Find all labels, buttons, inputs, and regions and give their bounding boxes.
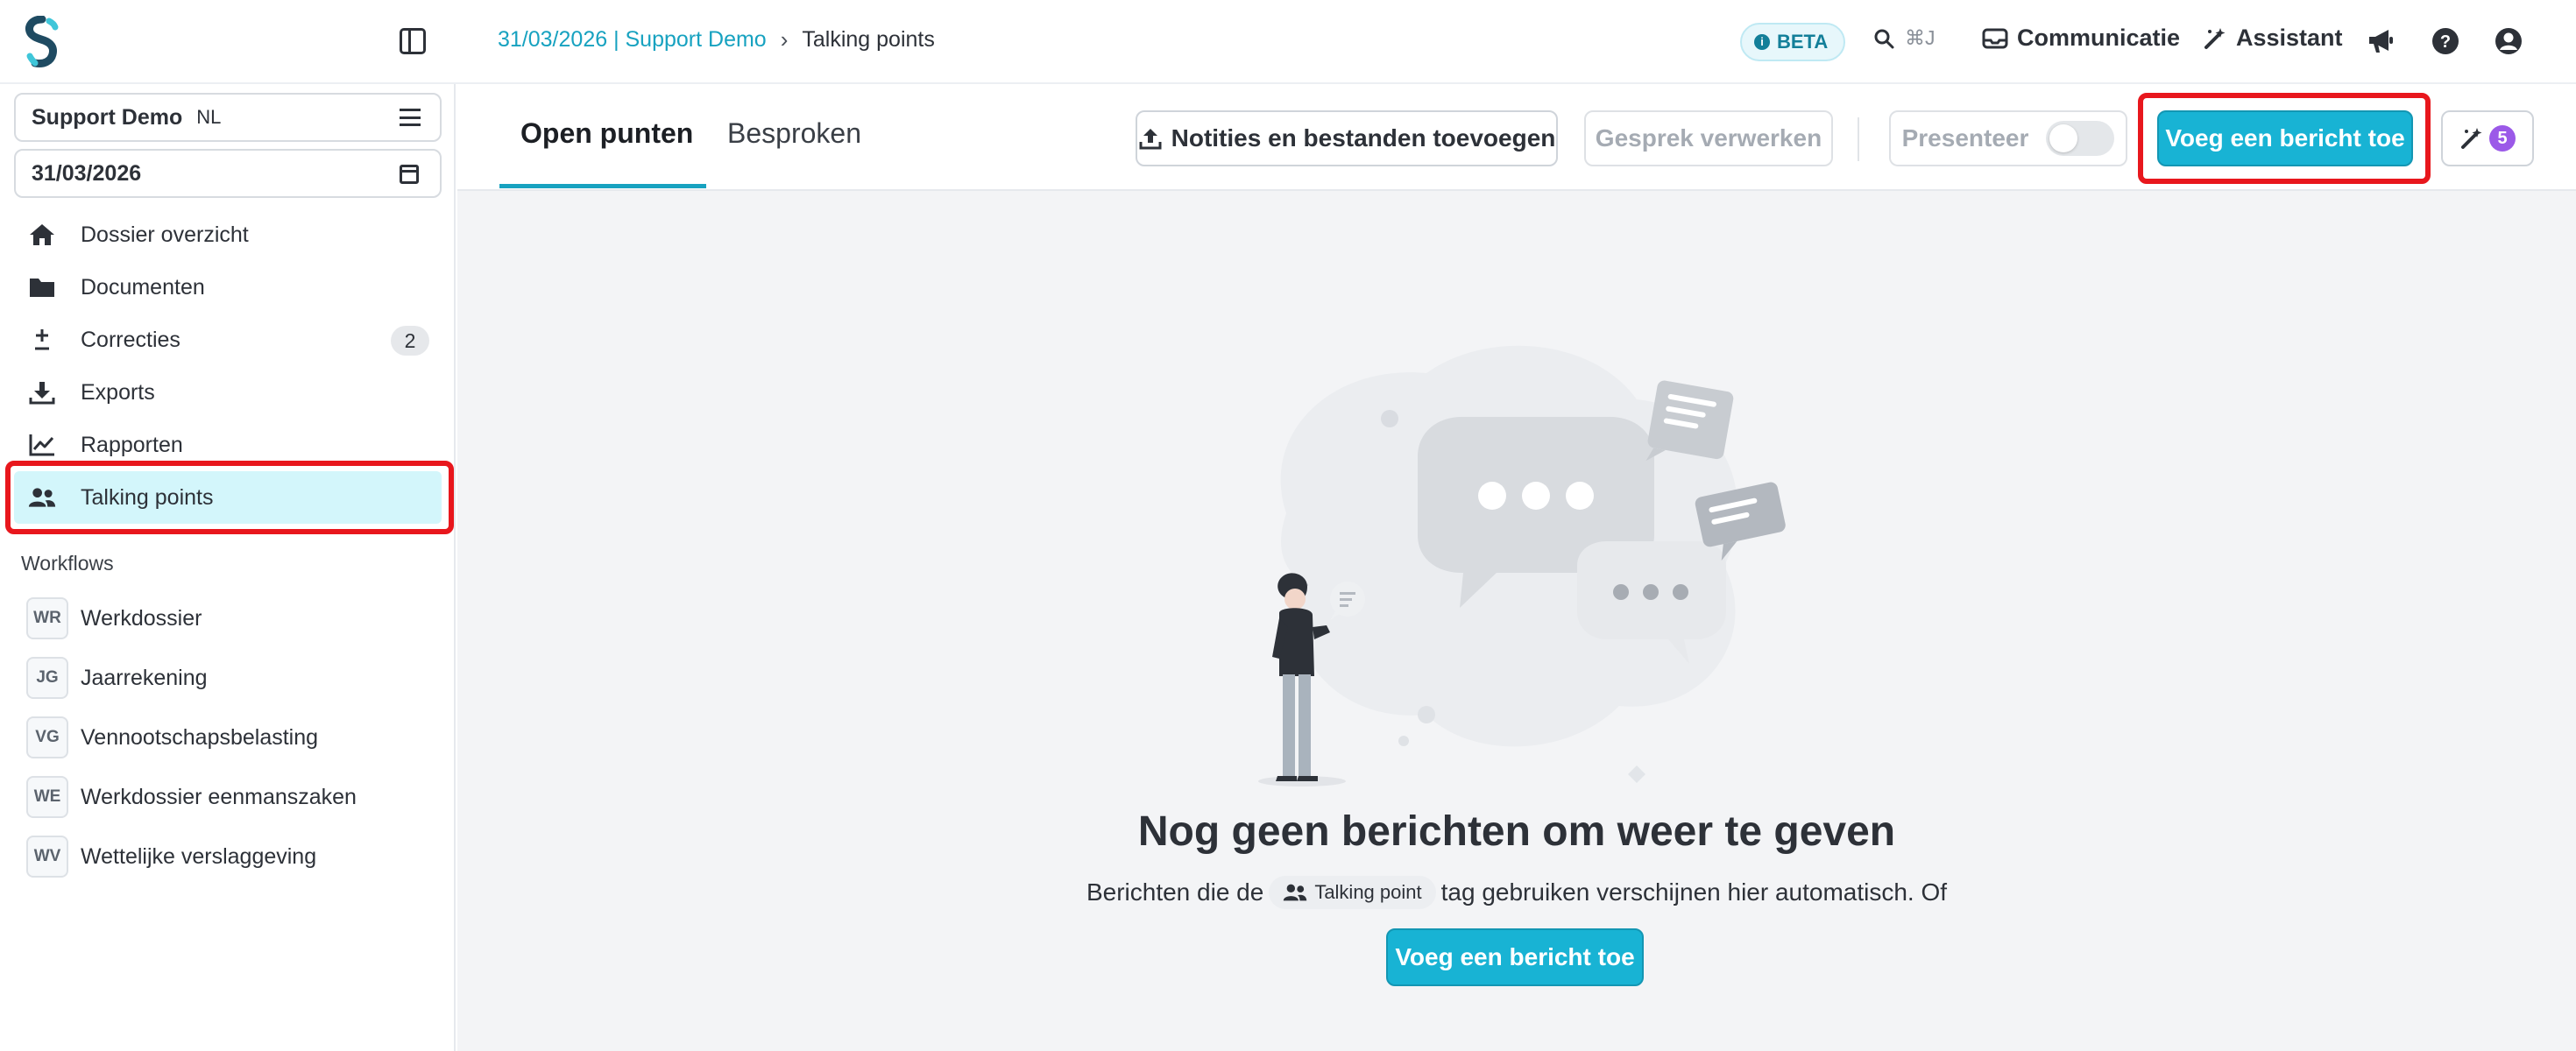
empty-desc-before: Berichten die de	[1086, 878, 1264, 906]
empty-state-description: Berichten die de Talking point tag gebru…	[457, 876, 2576, 909]
ai-suggestions-button[interactable]: 5	[2441, 110, 2534, 166]
assistant-button[interactable]: Assistant	[2203, 25, 2343, 52]
workflow-abbr: WV	[26, 836, 68, 878]
sidebar-toggle-icon[interactable]	[400, 28, 426, 54]
process-conversation-button[interactable]: Gesprek verwerken	[1584, 110, 1833, 166]
plus-minus-icon	[35, 329, 49, 350]
sidebar-item-label: Exports	[81, 379, 155, 405]
organization-select[interactable]: Support Demo NL	[14, 93, 442, 142]
talking-point-tag: Talking point	[1269, 876, 1436, 909]
search-shortcut-label: ⌘J	[1905, 26, 1936, 49]
tab-open-punten[interactable]: Open punten	[520, 117, 693, 150]
present-button[interactable]: Presenteer	[1889, 110, 2127, 166]
magic-wand-icon	[2461, 128, 2482, 149]
process-conversation-label: Gesprek verwerken	[1595, 124, 1822, 152]
user-avatar-icon[interactable]	[2494, 26, 2523, 56]
breadcrumb: 31/03/2026 | Support Demo › Talking poin…	[498, 26, 935, 53]
sidebar-item-documenten[interactable]: Documenten	[14, 261, 442, 314]
folder-icon	[30, 279, 54, 297]
download-icon	[29, 382, 55, 405]
add-notes-label: Notities en bestanden toevoegen	[1171, 124, 1556, 152]
sidebar-item-rapporten[interactable]: Rapporten	[14, 419, 442, 471]
workflow-label: Werkdossier	[81, 605, 202, 631]
workflow-label: Vennootschapsbelasting	[81, 724, 319, 750]
workflow-abbr: WR	[26, 597, 68, 639]
breadcrumb-link[interactable]: 31/03/2026 | Support Demo	[498, 27, 767, 53]
workflow-label: Werkdossier eenmanszaken	[81, 784, 357, 809]
sidebar-item-correcties[interactable]: Correcties 2	[14, 314, 442, 366]
sidebar-item-label: Documenten	[81, 274, 205, 300]
empty-state-title: Nog geen berichten om weer te geven	[1137, 808, 1896, 855]
ai-count-badge: 5	[2489, 125, 2516, 152]
empty-desc-after: tag gebruiken verschijnen hier automatis…	[1440, 878, 1948, 906]
assistant-label: Assistant	[2236, 25, 2343, 51]
workflow-label: Jaarrekening	[81, 665, 208, 690]
users-icon	[1284, 884, 1307, 901]
search-button[interactable]: ⌘J	[1873, 26, 1936, 50]
chevron-right-icon: ›	[780, 26, 789, 53]
search-icon	[1874, 29, 1894, 48]
empty-state-add-message-button[interactable]: Voeg een bericht toe	[1386, 928, 1644, 986]
help-icon[interactable]: ?	[2431, 26, 2460, 56]
calendar-icon	[400, 165, 419, 184]
top-bar: 31/03/2026 | Support Demo › Talking poin…	[0, 0, 2576, 84]
add-notes-button[interactable]: Notities en bestanden toevoegen	[1136, 110, 1558, 166]
workflow-item-wettelijke-verslaggeving[interactable]: WV Wettelijke verslaggeving	[26, 834, 316, 879]
tab-besproken[interactable]: Besproken	[727, 117, 861, 150]
upload-icon	[1139, 129, 1162, 150]
svg-text:?: ?	[2440, 32, 2451, 52]
info-icon: i	[1754, 34, 1770, 50]
megaphone-icon[interactable]	[2366, 26, 2396, 56]
add-message-label: Voeg een bericht toe	[2165, 124, 2405, 152]
sidebar-item-dossier-overzicht[interactable]: Dossier overzicht	[14, 208, 442, 261]
beta-label: BETA	[1777, 31, 1829, 53]
sidebar-item-exports[interactable]: Exports	[14, 366, 442, 419]
sidebar: Support Demo NL 31/03/2026 Dossier overz…	[0, 84, 456, 1051]
workflow-abbr: JG	[26, 657, 68, 699]
organization-name: Support Demo	[32, 104, 183, 130]
workflow-item-vennootschapsbelasting[interactable]: VG Vennootschapsbelasting	[26, 715, 318, 760]
sidebar-item-label: Dossier overzicht	[81, 222, 249, 247]
tab-bar: Open punten Besproken Notities en bestan…	[457, 84, 2576, 191]
sidebar-item-label: Rapporten	[81, 432, 183, 457]
date-picker[interactable]: 31/03/2026	[14, 149, 442, 198]
date-value: 31/03/2026	[32, 160, 142, 186]
workflow-abbr: WE	[26, 776, 68, 818]
communicatie-label: Communicatie	[2017, 25, 2181, 51]
workflow-label: Wettelijke verslaggeving	[81, 843, 317, 869]
active-tab-indicator	[499, 184, 706, 188]
present-label: Presenteer	[1901, 124, 2029, 152]
add-message-button[interactable]: Voeg een bericht toe	[2157, 110, 2413, 166]
communicatie-button[interactable]: Communicatie	[1982, 25, 2180, 52]
workflow-abbr: VG	[26, 716, 68, 758]
toolbar-divider	[1858, 117, 1859, 161]
sidebar-item-label: Talking points	[81, 484, 214, 510]
beta-badge[interactable]: i BETA	[1740, 23, 1846, 61]
organization-language: NL	[196, 106, 222, 128]
workflow-item-jaarrekening[interactable]: JG Jaarrekening	[26, 655, 208, 701]
tag-label: Talking point	[1314, 881, 1422, 903]
main-content: Open punten Besproken Notities en bestan…	[457, 84, 2576, 1051]
workflow-item-werkdossier[interactable]: WR Werkdossier	[26, 596, 202, 641]
sidebar-item-talking-points[interactable]: Talking points	[14, 471, 442, 524]
chart-line-icon	[29, 434, 54, 456]
sidebar-item-label: Correcties	[81, 327, 180, 352]
hamburger-menu-icon[interactable]	[400, 109, 421, 126]
magic-wand-icon	[2204, 27, 2226, 49]
app-logo-icon[interactable]	[23, 16, 61, 68]
correcties-count-badge: 2	[391, 326, 429, 356]
inbox-icon	[1982, 28, 2008, 48]
users-icon	[28, 488, 56, 507]
empty-state-illustration	[1258, 345, 1786, 786]
breadcrumb-current: Talking points	[802, 27, 935, 52]
workflow-item-werkdossier-eenmanszaken[interactable]: WE Werkdossier eenmanszaken	[26, 774, 357, 820]
home-icon	[30, 224, 54, 245]
workflows-heading: Workflows	[21, 552, 114, 575]
present-toggle[interactable]	[2046, 121, 2115, 156]
